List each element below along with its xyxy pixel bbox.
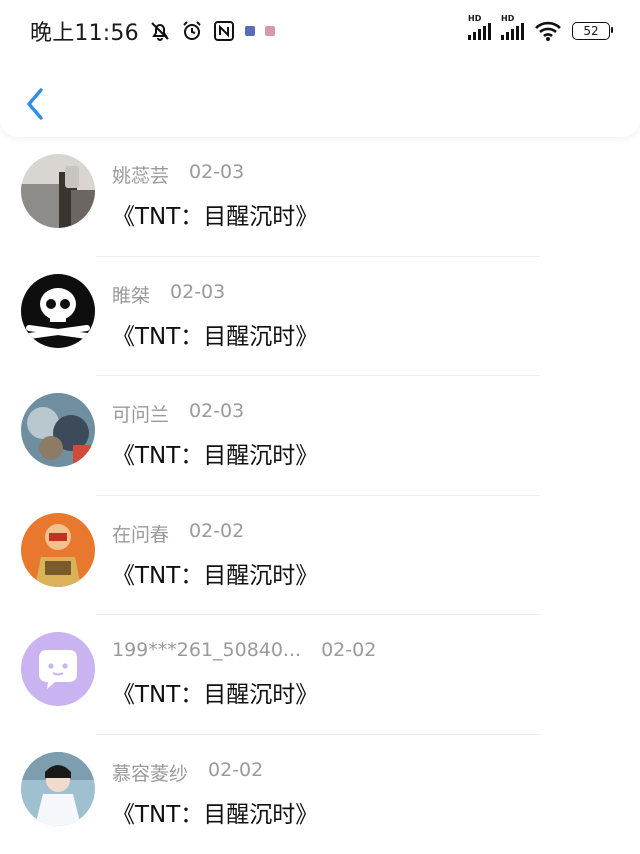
comment-text: 《TNT：目醒沉时》 (112, 675, 318, 709)
user-name[interactable]: 慕容菱纱 (112, 759, 188, 786)
bell-muted-icon (149, 20, 171, 42)
list-item[interactable]: 可问兰 02-03 《TNT：目醒沉时》 (0, 376, 640, 496)
user-name[interactable]: 姚蕊芸 (112, 161, 169, 188)
wifi-icon (534, 20, 562, 42)
nfc-icon (213, 20, 235, 42)
battery-indicator: 52 (572, 22, 610, 40)
comment-meta: 可问兰 02-03 (112, 400, 244, 427)
avatar[interactable] (21, 154, 95, 228)
comment-date: 02-03 (189, 400, 244, 427)
top-bar: 晚上11:56 HD HD 52 (0, 0, 640, 137)
comment-date: 02-02 (321, 639, 376, 661)
comment-meta: 在问春 02-02 (112, 520, 244, 547)
comment-text: 《TNT：目醒沉时》 (112, 436, 318, 470)
comment-date: 02-02 (208, 759, 263, 786)
avatar[interactable] (21, 513, 95, 587)
status-bar: 晚上11:56 HD HD 52 (0, 0, 640, 62)
status-left: 晚上11:56 (30, 15, 275, 47)
list-item[interactable]: 在问春 02-02 《TNT：目醒沉时》 (0, 496, 640, 616)
avatar[interactable] (21, 274, 95, 348)
comment-meta: 睢桀 02-03 (112, 281, 225, 308)
avatar[interactable] (21, 393, 95, 467)
chevron-left-icon (25, 86, 45, 122)
comment-text: 《TNT：目醒沉时》 (112, 795, 318, 829)
status-right: HD HD 52 (468, 20, 610, 42)
back-button[interactable] (20, 84, 50, 124)
app-notification-icon (245, 26, 255, 36)
user-name[interactable]: 在问春 (112, 520, 169, 547)
list-item[interactable]: 199***261_50840... 02-02 《TNT：目醒沉时》 (0, 615, 640, 735)
user-name[interactable]: 199***261_50840... (112, 639, 301, 661)
list-item[interactable]: 慕容菱纱 02-02 《TNT：目醒沉时》 (0, 735, 640, 854)
signal-icon: HD (468, 22, 491, 40)
comment-date: 02-02 (189, 520, 244, 547)
comment-date: 02-03 (170, 281, 225, 308)
status-time: 晚上11:56 (30, 15, 139, 47)
comment-meta: 姚蕊芸 02-03 (112, 161, 244, 188)
comment-text: 《TNT：目醒沉时》 (112, 556, 318, 590)
comment-meta: 199***261_50840... 02-02 (112, 639, 376, 661)
app-notification-icon (265, 26, 275, 36)
comment-meta: 慕容菱纱 02-02 (112, 759, 263, 786)
list-item[interactable]: 睢桀 02-03 《TNT：目醒沉时》 (0, 257, 640, 377)
user-name[interactable]: 可问兰 (112, 400, 169, 427)
alarm-icon (181, 20, 203, 42)
comment-text: 《TNT：目醒沉时》 (112, 317, 318, 351)
signal-icon: HD (501, 22, 524, 40)
comment-text: 《TNT：目醒沉时》 (112, 197, 318, 231)
comment-list: 姚蕊芸 02-03 《TNT：目醒沉时》 睢桀 02-03 《TNT：目醒沉时》 (0, 137, 640, 854)
user-name[interactable]: 睢桀 (112, 281, 150, 308)
list-item[interactable]: 姚蕊芸 02-03 《TNT：目醒沉时》 (0, 137, 640, 257)
comment-date: 02-03 (189, 161, 244, 188)
avatar[interactable] (21, 752, 95, 826)
avatar[interactable] (21, 632, 95, 706)
